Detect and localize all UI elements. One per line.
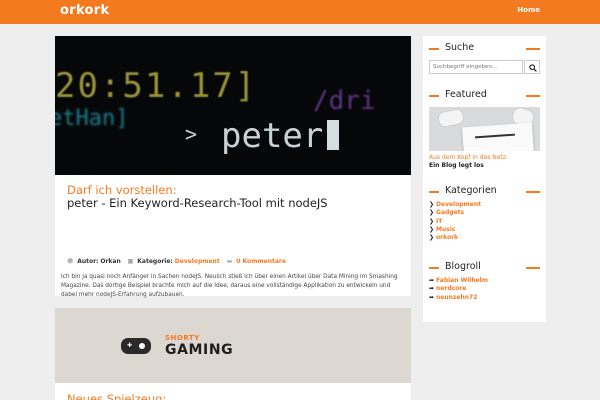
post-title-prefix[interactable]: Neues Spielzeug: xyxy=(67,392,166,400)
post-title-main: peter - Ein Keyword-Research-Tool mit no… xyxy=(67,196,328,210)
widget-header: Featured xyxy=(423,89,546,103)
share-icon: ➦ xyxy=(429,285,435,293)
widget-header: Kategorien xyxy=(423,185,546,199)
blogroll-item[interactable]: ➦ neunzehn72 xyxy=(429,294,488,302)
post-hero-image[interactable]: ✚ SHORTY GAMING xyxy=(55,308,411,383)
share-icon: ➦ xyxy=(429,277,435,284)
site-logo[interactable]: orkork xyxy=(60,3,109,18)
search-form xyxy=(429,60,540,74)
chevron-right-icon: ❯ xyxy=(429,217,435,225)
category-item[interactable]: ❯ Development xyxy=(429,201,481,209)
post-card: 20:51.17] /dri etHan] > peter Darf ich v… xyxy=(55,36,411,324)
post-title[interactable]: Darf ich vorstellen: peter - Ein Keyword… xyxy=(67,184,397,210)
hero-kicker: SHORTY xyxy=(165,334,200,342)
blogroll-item[interactable]: ➦ nerdcore xyxy=(429,285,488,293)
divider xyxy=(429,95,439,97)
search-input[interactable] xyxy=(429,60,523,74)
widget-title: Suche xyxy=(445,42,475,53)
category-link[interactable]: Development xyxy=(175,258,220,265)
widget-title: Kategorien xyxy=(445,185,497,196)
author-name: Orkan xyxy=(100,258,121,265)
divider xyxy=(526,267,540,269)
featured-caption-title[interactable]: Ein Blog legt los xyxy=(429,162,484,169)
search-icon xyxy=(529,64,537,72)
category-item[interactable]: ❯ IT xyxy=(429,218,481,226)
divider xyxy=(429,48,439,50)
category-list: ❯ Development ❯ Gadgets ❯ IT ❯ Music ❯ orkork xyxy=(429,201,481,242)
divider xyxy=(526,191,540,193)
divider xyxy=(526,95,540,97)
featured-image[interactable] xyxy=(429,107,540,151)
chevron-right-icon: ❯ xyxy=(429,225,435,233)
post-hero-image[interactable]: 20:51.17] /dri etHan] > peter xyxy=(55,36,411,175)
post-card: ✚ SHORTY GAMING Neues Spielzeug: xyxy=(55,308,411,400)
blogroll-item[interactable]: ➦ Fabian Wilhelm xyxy=(429,277,488,285)
hero-code-line: etHan] xyxy=(55,106,129,131)
hero-code-line: /dri xyxy=(313,86,376,116)
comments-link[interactable]: 0 Kommentare xyxy=(236,258,286,265)
post-excerpt: Ich bin ja quasi noch Anfänger in Sachen… xyxy=(61,274,398,298)
top-navigation-bar: orkork Home xyxy=(0,0,600,24)
chevron-right-icon: ❯ xyxy=(429,234,435,242)
featured-caption-link[interactable]: Aus dem Kopf in das Netz: xyxy=(429,154,508,161)
comment-icon: ▬ xyxy=(226,258,233,265)
hero-label: GAMING xyxy=(165,342,234,358)
widget-header: Suche xyxy=(423,42,546,56)
nav-home-link[interactable]: Home xyxy=(517,6,540,14)
divider xyxy=(526,48,540,50)
terminal-cursor xyxy=(327,120,339,150)
user-icon: ☻ xyxy=(67,258,74,265)
share-icon: ➦ xyxy=(429,293,435,301)
widget-title: Blogroll xyxy=(445,261,481,272)
chevron-right-icon: ❯ xyxy=(429,201,435,208)
search-button[interactable] xyxy=(524,60,540,74)
divider xyxy=(429,191,439,193)
category-label: Kategorie: xyxy=(137,258,173,265)
author-label: Autor: xyxy=(77,258,99,265)
chevron-right-icon: ❯ xyxy=(429,209,435,217)
category-item[interactable]: ❯ Music xyxy=(429,226,481,234)
gamepad-icon: ✚ xyxy=(121,338,151,354)
sidebar: Suche Featured Aus dem Kopf in das Net xyxy=(423,36,546,322)
hero-code-line: 20:51.17] xyxy=(55,66,258,106)
category-item[interactable]: ❯ orkork xyxy=(429,234,481,242)
hero-code-line: peter xyxy=(221,116,324,156)
category-item[interactable]: ❯ Gadgets xyxy=(429,209,481,217)
post-meta: ☻ Autor: Orkan ■ Kategorie: Development … xyxy=(67,258,291,265)
blogroll-list: ➦ Fabian Wilhelm ➦ nerdcore ➦ neunzehn72 xyxy=(429,277,488,302)
divider xyxy=(429,267,439,269)
widget-title: Featured xyxy=(445,89,487,100)
folder-icon: ■ xyxy=(127,258,134,265)
widget-header: Blogroll xyxy=(423,261,546,275)
